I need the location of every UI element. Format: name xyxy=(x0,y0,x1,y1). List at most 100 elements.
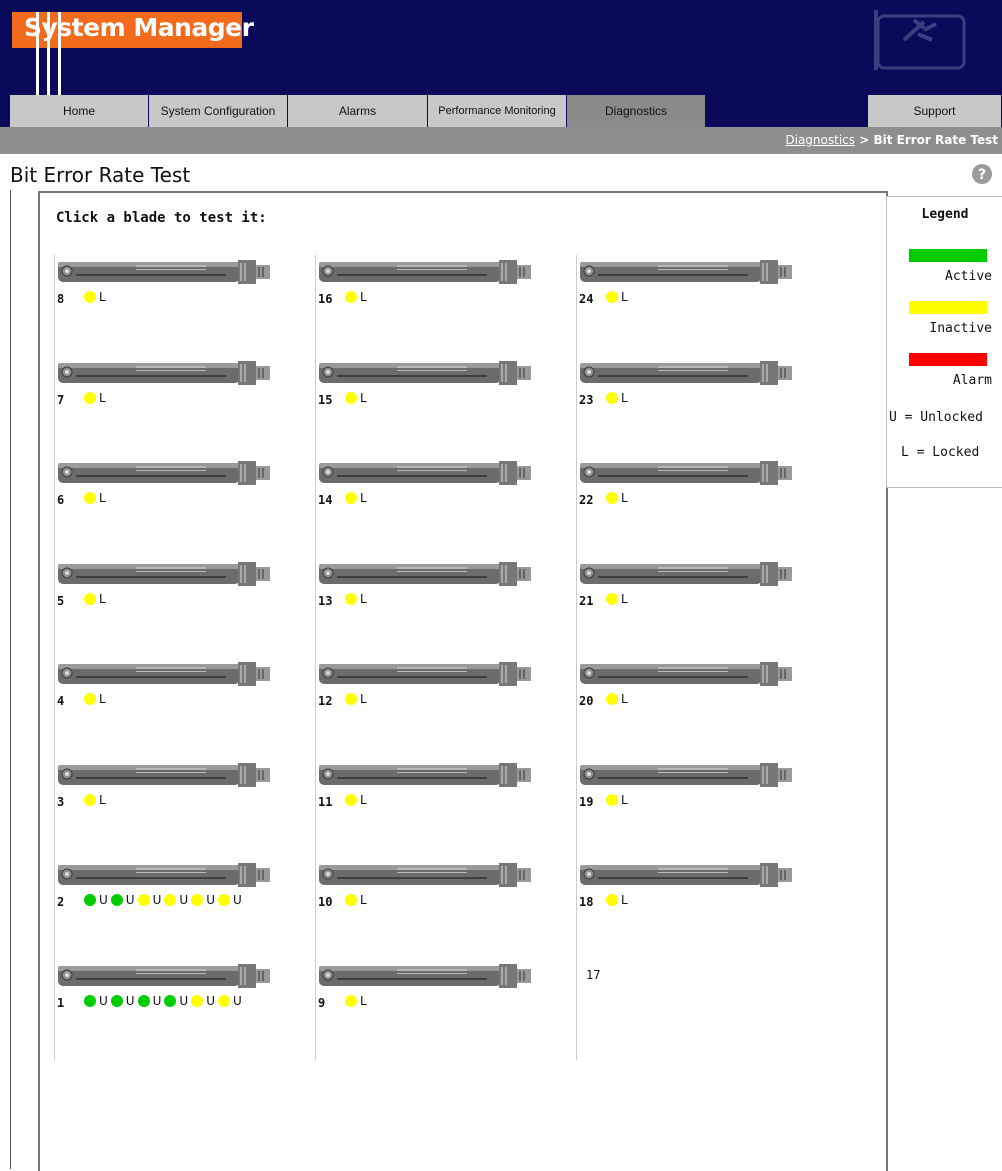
blade-number: 13 xyxy=(318,593,333,608)
port-status: L xyxy=(84,391,106,405)
blade-image[interactable] xyxy=(56,858,271,892)
tab-home[interactable]: Home xyxy=(10,95,149,127)
blade-number: 5 xyxy=(57,593,65,608)
blade-image[interactable] xyxy=(56,758,271,792)
blade-16[interactable]: 16 L xyxy=(317,255,532,315)
port-status: L xyxy=(345,592,367,606)
status-dot-icon xyxy=(217,894,230,906)
tab-performance-monitoring[interactable]: Performance Monitoring xyxy=(428,95,567,127)
legend-title: Legend xyxy=(921,207,969,222)
port-status: L xyxy=(84,793,106,807)
blade-number: 16 xyxy=(318,292,333,306)
blade-image[interactable] xyxy=(56,557,271,591)
network-logo-icon xyxy=(874,10,966,70)
port-status: U xyxy=(164,994,188,1008)
blade-image[interactable] xyxy=(578,657,793,691)
blade-image[interactable] xyxy=(317,657,532,691)
blade-14[interactable]: 14 L xyxy=(317,456,532,516)
blade-7[interactable]: 7L xyxy=(56,356,271,416)
blade-image[interactable] xyxy=(56,456,271,490)
tab-diagnostics[interactable]: Diagnostics xyxy=(567,95,706,127)
page-border xyxy=(10,190,11,1169)
blade-image[interactable] xyxy=(56,356,271,390)
blade-12[interactable]: 12 L xyxy=(317,657,532,717)
blade-image[interactable] xyxy=(578,255,793,289)
lock-state: U xyxy=(99,993,108,1008)
blade-23[interactable]: 23 L xyxy=(578,356,793,416)
legend-unlocked: U = Unlocked xyxy=(889,410,983,425)
breadcrumb-separator: > xyxy=(859,133,870,147)
blade-image[interactable] xyxy=(56,959,271,993)
port-status-list: L xyxy=(345,893,370,907)
blade-image[interactable] xyxy=(317,758,532,792)
blade-4[interactable]: 4L xyxy=(56,657,271,717)
status-dot-icon xyxy=(84,894,96,906)
blade-image[interactable] xyxy=(317,557,532,591)
port-status: U xyxy=(110,993,135,1008)
blade-image[interactable] xyxy=(56,657,271,691)
blade-1[interactable]: 1 U U U U U U xyxy=(56,959,271,1019)
blade-3[interactable]: 3L xyxy=(56,758,271,818)
blade-image[interactable] xyxy=(578,356,793,390)
blade-24[interactable]: 24 L xyxy=(578,255,793,315)
port-status: L xyxy=(345,391,367,405)
legend-locked: L = Locked xyxy=(901,445,980,460)
blade-image[interactable] xyxy=(317,255,532,289)
lock-state: U xyxy=(125,993,135,1008)
port-status-list: L xyxy=(345,391,370,405)
blade-15[interactable]: 15 L xyxy=(317,356,532,416)
port-status: L xyxy=(606,692,628,706)
main-nav: Home System Configuration Alarms Perform… xyxy=(0,95,1002,127)
blade-21[interactable]: 21 L xyxy=(578,557,793,617)
lock-state: U xyxy=(232,993,242,1008)
lock-state: U xyxy=(179,893,189,907)
port-status: U xyxy=(191,994,215,1008)
port-status-list: L xyxy=(606,692,631,706)
blade-9[interactable]: 9L xyxy=(317,959,532,1019)
port-status: L xyxy=(84,491,106,505)
blade-8[interactable]: 8L xyxy=(56,255,271,315)
breadcrumb-link-diagnostics[interactable]: Diagnostics xyxy=(785,133,855,147)
lock-state: L xyxy=(621,390,628,405)
blade-image[interactable] xyxy=(578,456,793,490)
lock-state: L xyxy=(360,491,367,505)
blade-image[interactable] xyxy=(317,456,532,490)
blade-11[interactable]: 11 L xyxy=(317,758,532,818)
port-status-list: L xyxy=(606,491,631,505)
tab-system-configuration[interactable]: System Configuration xyxy=(149,95,288,127)
blade-number: 14 xyxy=(318,493,333,507)
blade-20[interactable]: 20 L xyxy=(578,657,793,717)
lock-state: L xyxy=(621,591,628,606)
tab-support[interactable]: Support xyxy=(868,95,1002,127)
tab-alarms[interactable]: Alarms xyxy=(288,95,428,127)
status-dot-icon xyxy=(606,492,618,504)
blade-image[interactable] xyxy=(317,959,532,993)
blade-18[interactable]: 18 L xyxy=(578,858,793,918)
blade-10[interactable]: 10 L xyxy=(317,858,532,918)
blade-image[interactable] xyxy=(317,356,532,390)
blade-19[interactable]: 19 L xyxy=(578,758,793,818)
lock-state: L xyxy=(99,491,106,505)
blade-image[interactable] xyxy=(317,858,532,892)
port-status: L xyxy=(606,391,628,405)
blade-6[interactable]: 6L xyxy=(56,456,271,516)
blade-image[interactable] xyxy=(578,758,793,792)
port-status: L xyxy=(345,994,367,1008)
help-icon[interactable]: ? xyxy=(971,163,993,185)
blade-image[interactable] xyxy=(578,557,793,591)
blade-2[interactable]: 2 U U U U U U xyxy=(56,858,271,918)
port-status-list: L xyxy=(606,893,631,907)
blade-13[interactable]: 13 L xyxy=(317,557,532,617)
blade-number: 19 xyxy=(579,794,594,809)
empty-slot-label: 17 xyxy=(586,968,601,982)
blade-22[interactable]: 22 L xyxy=(578,456,793,516)
blade-number: 15 xyxy=(318,392,333,407)
blade-5[interactable]: 5L xyxy=(56,557,271,617)
lock-state: U xyxy=(179,993,189,1008)
blade-image[interactable] xyxy=(56,255,271,289)
blade-image[interactable] xyxy=(578,858,793,892)
port-status: L xyxy=(84,592,106,606)
lock-state: U xyxy=(206,893,215,907)
status-dot-icon xyxy=(84,492,96,504)
port-status: U xyxy=(110,893,135,907)
